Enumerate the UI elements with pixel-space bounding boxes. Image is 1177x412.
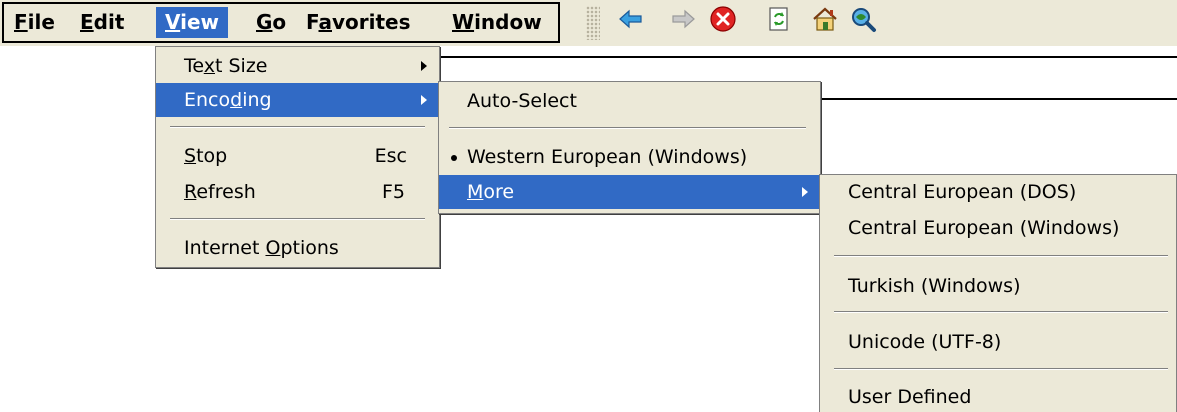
radio-bullet-icon xyxy=(451,155,457,161)
menu-item-central-european-windows[interactable]: Central European (Windows) xyxy=(820,211,1176,245)
menu-item-text-size[interactable]: Text Size xyxy=(156,49,439,83)
encoding-menu: Auto-Select Western European (Windows) M… xyxy=(438,81,821,214)
forward-icon[interactable] xyxy=(668,4,698,34)
back-icon[interactable] xyxy=(616,4,646,34)
menu-item-stop[interactable]: Stop Esc xyxy=(156,139,439,173)
menu-favorites[interactable]: Favorites xyxy=(300,7,417,38)
window-border-line xyxy=(820,98,1177,100)
menu-item-encoding[interactable]: Encoding xyxy=(156,83,439,117)
refresh-icon[interactable] xyxy=(764,4,794,34)
menu-item-internet-options[interactable]: Internet Options xyxy=(156,231,439,265)
menu-item-more[interactable]: More xyxy=(439,175,820,209)
shortcut-label: Esc xyxy=(374,145,407,167)
menu-item-western-european[interactable]: Western European (Windows) xyxy=(439,140,820,174)
menu-separator xyxy=(834,311,1168,313)
menu-item-user-defined[interactable]: User Defined xyxy=(820,380,1176,412)
menu-window[interactable]: Window xyxy=(446,7,548,38)
top-bar: File Edit View Go Favorites Window xyxy=(0,0,1177,46)
menu-go[interactable]: Go xyxy=(250,7,292,38)
menu-item-turkish-windows[interactable]: Turkish (Windows) xyxy=(820,269,1176,303)
menu-separator xyxy=(170,218,425,220)
stop-icon[interactable] xyxy=(708,4,738,34)
submenu-arrow-icon xyxy=(802,187,808,197)
shortcut-label: F5 xyxy=(381,181,405,203)
window-border-line xyxy=(440,56,1177,58)
search-icon[interactable] xyxy=(848,4,878,34)
view-menu: Text Size Encoding Stop Esc Refresh F5 I… xyxy=(155,46,440,268)
home-icon[interactable] xyxy=(810,4,840,34)
menu-separator xyxy=(834,368,1168,370)
menu-view[interactable]: View xyxy=(156,7,229,38)
screen: File Edit View Go Favorites Window Text … xyxy=(0,0,1177,412)
menu-separator xyxy=(170,126,425,128)
menu-edit[interactable]: Edit xyxy=(74,7,130,38)
menu-file[interactable]: File xyxy=(8,7,61,38)
submenu-arrow-icon xyxy=(421,61,427,71)
menu-separator xyxy=(834,255,1168,257)
menu-item-central-european-dos[interactable]: Central European (DOS) xyxy=(820,175,1176,209)
menu-item-unicode-utf8[interactable]: Unicode (UTF-8) xyxy=(820,325,1176,359)
menu-item-refresh[interactable]: Refresh F5 xyxy=(156,175,439,209)
submenu-arrow-icon xyxy=(421,95,427,105)
menu-separator xyxy=(449,127,806,129)
menu-bar: File Edit View Go Favorites Window xyxy=(2,2,560,43)
menu-item-auto-select[interactable]: Auto-Select xyxy=(439,84,820,118)
more-menu: Central European (DOS) Central European … xyxy=(819,174,1177,412)
toolbar-grip[interactable] xyxy=(586,6,600,40)
